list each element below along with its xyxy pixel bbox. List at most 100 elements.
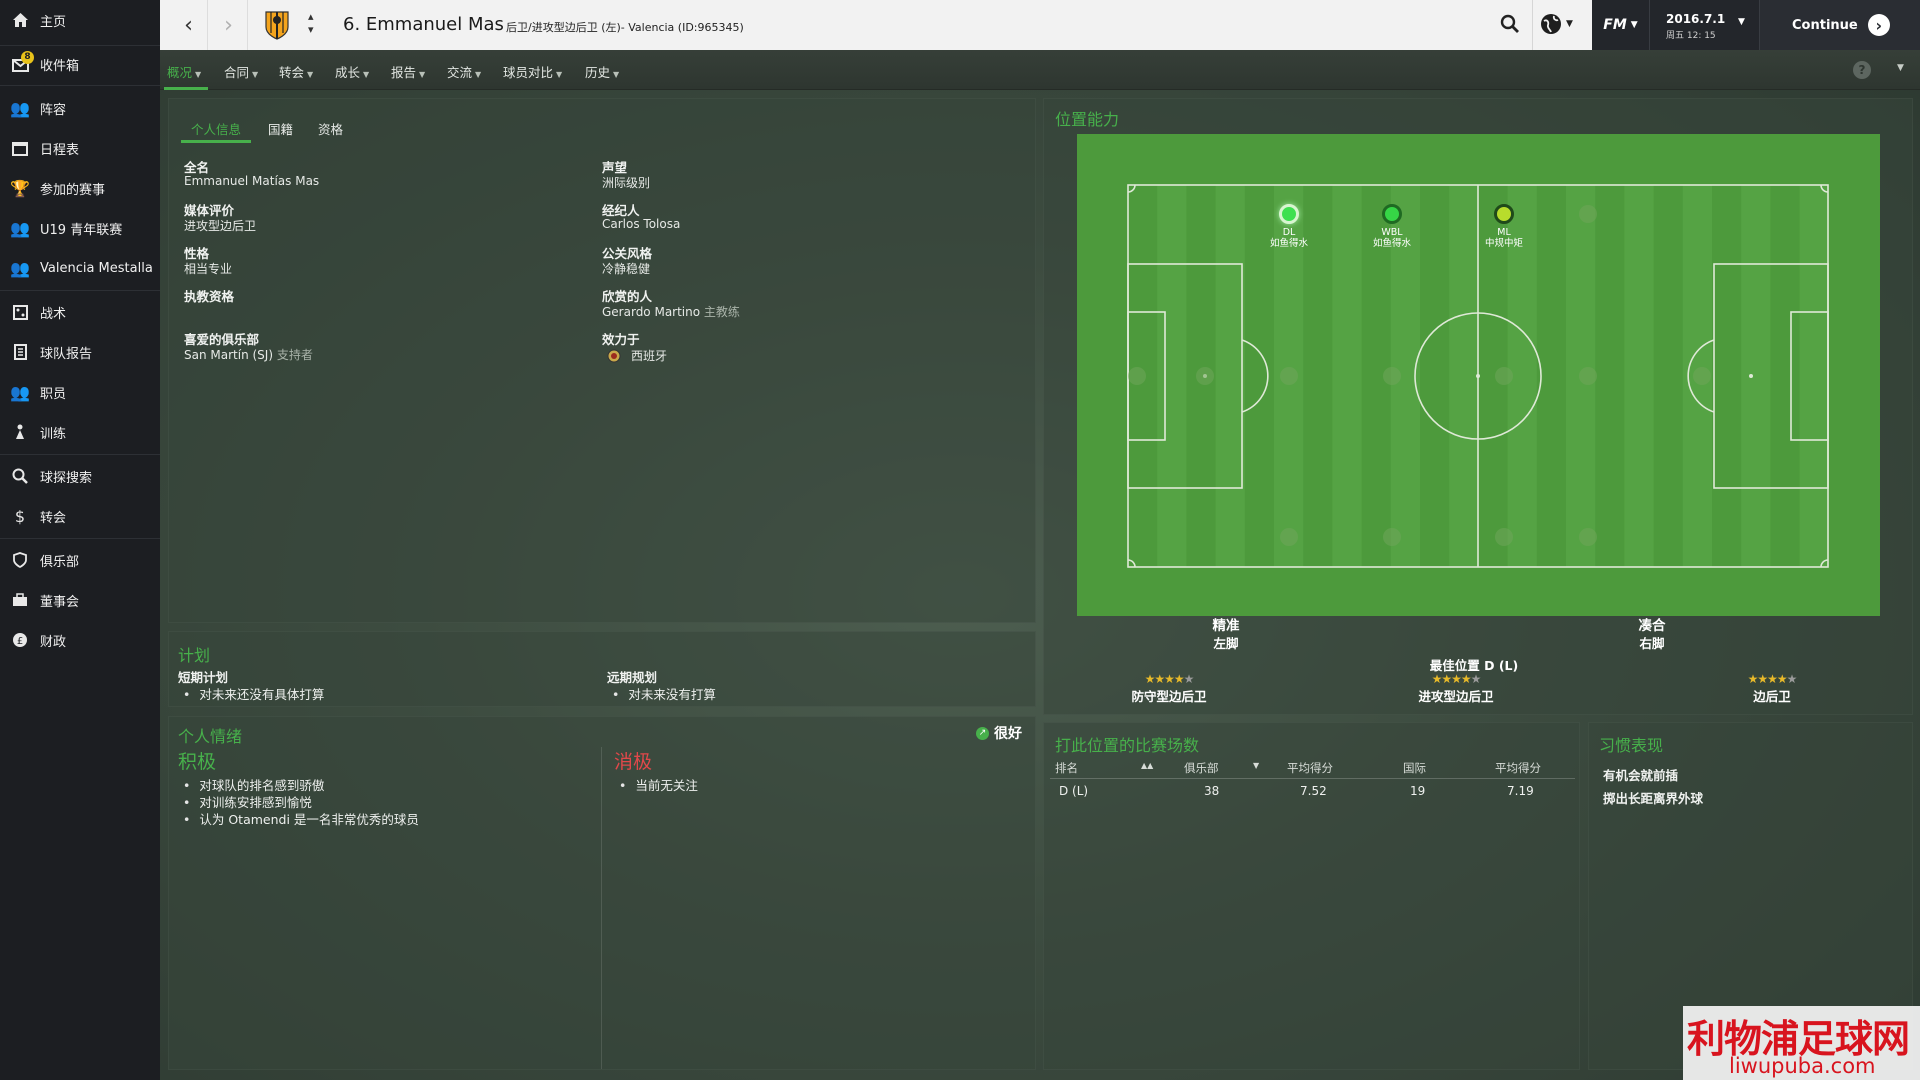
nation-link[interactable]: 西班牙: [607, 347, 667, 364]
sidebar-item-label: 训练: [40, 426, 67, 442]
tab-transfer[interactable]: 转会 ▼: [279, 62, 313, 81]
chevron-right-icon: ›: [224, 12, 233, 38]
column-header[interactable]: 排名: [1055, 760, 1078, 776]
active-tab-indicator: [181, 140, 251, 143]
sidebar-item-label: 球探搜索: [40, 470, 93, 486]
chevron-down-icon: ▼: [419, 70, 426, 79]
help-icon[interactable]: ?: [1853, 61, 1871, 79]
divider: [0, 85, 160, 86]
table-header: 排名 ▲▲ 俱乐部 ▼ 平均得分 国际 平均得分: [1044, 757, 1581, 777]
sort-icon[interactable]: ▲▲: [1141, 761, 1153, 770]
position-code: WBL: [1381, 227, 1403, 238]
back-button[interactable]: ‹: [170, 0, 208, 50]
world-menu-button[interactable]: ▼: [1540, 13, 1573, 35]
sidebar-item-tactics[interactable]: 战术: [0, 294, 160, 330]
sidebar-item-home[interactable]: 主页: [0, 2, 160, 38]
field-value[interactable]: San Martín (SJ) 支持者: [184, 346, 313, 363]
sub-navigation: 概况 ▼ 合同 ▼ 转会 ▼ 成长 ▼ 报告 ▼ 交流 ▼ 球员对比 ▼ 历史 ▼ ? ▼: [160, 50, 1920, 90]
fm-logo: FM: [1603, 17, 1627, 33]
chevron-down-icon: ▼: [556, 70, 563, 79]
sidebar-item-competitions[interactable]: 🏆 参加的赛事: [0, 170, 160, 206]
habit-item: 掷出长距离界外球: [1603, 791, 1704, 806]
right-foot-rating: 凑合 右脚: [1612, 617, 1692, 653]
sidebar-item-scouting[interactable]: 球探搜索: [0, 458, 160, 494]
position-rating: 如鱼得水: [1372, 238, 1411, 249]
chevron-down-icon: ▼: [1630, 20, 1638, 30]
staff-icon: 👥: [10, 382, 30, 402]
tab-development[interactable]: 成长 ▼: [335, 62, 369, 81]
player-switch-icon[interactable]: ▴ ▾: [308, 10, 314, 36]
position-label-ml: ML 中规中矩: [1474, 227, 1534, 249]
date-display[interactable]: 2016.7.1 周五 12: 15 ▼: [1650, 0, 1760, 50]
chevron-down-icon: ▼: [475, 70, 482, 79]
tab-history[interactable]: 历史 ▼: [585, 62, 619, 81]
table-cell: 38: [1204, 784, 1220, 798]
role-rating: ★★★★★ 防守型边后卫: [1114, 672, 1224, 705]
field-value[interactable]: Gerardo Martino 主教练: [602, 303, 740, 320]
tab-label: 球员对比: [503, 65, 554, 80]
sidebar-item-mestalla[interactable]: 👥 Valencia Mestalla: [0, 250, 160, 286]
tab-label: 交流: [447, 65, 473, 80]
sidebar-item-label: 收件箱: [40, 58, 80, 74]
sidebar-item-label: 俱乐部: [40, 554, 80, 570]
chevron-down-icon: ▼: [363, 70, 370, 79]
agent-link[interactable]: Carlos Tolosa: [602, 217, 680, 231]
tab-interaction[interactable]: 交流 ▼: [447, 62, 481, 81]
tab-personal-info[interactable]: 个人信息: [191, 119, 241, 138]
sidebar-item-label: 参加的赛事: [40, 182, 106, 198]
column-header[interactable]: 平均得分: [1287, 760, 1333, 776]
position-marker-ml[interactable]: [1494, 204, 1514, 224]
sidebar-item-staff[interactable]: 👥 职员: [0, 374, 160, 410]
foot-rating: 精准: [1212, 618, 1240, 634]
position-marker-dl[interactable]: [1279, 204, 1299, 224]
tab-eligibility[interactable]: 资格: [318, 119, 343, 138]
reserve-team-icon: 👥: [10, 258, 30, 278]
club-crest-icon: [264, 9, 290, 44]
nation-crest-icon: [607, 349, 621, 362]
sidebar-item-transfers[interactable]: $ 转会: [0, 498, 160, 534]
sidebar-item-team-report[interactable]: 球队报告: [0, 334, 160, 370]
sidebar-item-finance[interactable]: £ 财政: [0, 622, 160, 658]
sidebar-item-label: 董事会: [40, 594, 80, 610]
chevron-down-icon[interactable]: ▼: [1897, 63, 1904, 73]
overall-mood[interactable]: ↗ 很好: [976, 723, 1022, 743]
column-header[interactable]: 平均得分: [1495, 760, 1541, 776]
forward-button[interactable]: ›: [210, 0, 248, 50]
tab-overview[interactable]: 概况 ▼: [167, 62, 201, 81]
tab-contract[interactable]: 合同 ▼: [224, 62, 258, 81]
column-header[interactable]: 国际: [1403, 760, 1426, 776]
search-button[interactable]: [1500, 14, 1520, 37]
sidebar-item-inbox[interactable]: 8 收件箱: [0, 46, 160, 82]
sidebar-item-club[interactable]: 俱乐部: [0, 542, 160, 578]
arrow-right-icon: ›: [1867, 14, 1890, 36]
column-header[interactable]: 俱乐部: [1184, 760, 1219, 776]
favoured-person-link[interactable]: Gerardo Martino: [602, 305, 700, 319]
sidebar-item-u19[interactable]: 👥 U19 青年联赛: [0, 210, 160, 246]
left-foot-rating: 精准 左脚: [1186, 617, 1266, 653]
field-label: 执教资格: [184, 289, 235, 304]
divider: [0, 538, 160, 539]
sort-desc-icon[interactable]: ▼: [1253, 761, 1259, 770]
role-rating: ★★★★★ 边后卫: [1732, 672, 1812, 705]
continue-button[interactable]: Continue ›: [1760, 0, 1920, 50]
table-cell: 19: [1410, 784, 1426, 798]
sidebar-item-squad[interactable]: 👥 阵容: [0, 90, 160, 126]
field-value: 相当专业: [184, 262, 233, 276]
divider: [601, 747, 602, 1069]
star-rating: ★★★★★: [1431, 672, 1482, 686]
tab-nationality[interactable]: 国籍: [268, 119, 293, 138]
fm-menu-button[interactable]: FM ▼: [1592, 0, 1650, 50]
sidebar-item-training[interactable]: 训练: [0, 414, 160, 450]
position-marker-wbl[interactable]: [1382, 204, 1402, 224]
sidebar-item-schedule[interactable]: 日程表: [0, 130, 160, 166]
table-row[interactable]: D (L) 38 7.52 19 7.19: [1044, 781, 1581, 801]
player-subtitle: 后卫/进攻型边后卫 (左)- Valencia (ID:965345): [506, 21, 744, 34]
nation-name: 西班牙: [631, 349, 668, 363]
favourite-club-link[interactable]: San Martín (SJ): [184, 348, 273, 362]
sidebar-item-board[interactable]: 董事会: [0, 582, 160, 618]
tab-reports[interactable]: 报告 ▼: [391, 62, 425, 81]
tab-compare[interactable]: 球员对比 ▼: [503, 62, 562, 81]
sidebar-item-label: Valencia Mestalla: [40, 260, 153, 276]
search-icon: [0, 468, 40, 484]
sidebar-item-label: 球队报告: [40, 346, 93, 362]
